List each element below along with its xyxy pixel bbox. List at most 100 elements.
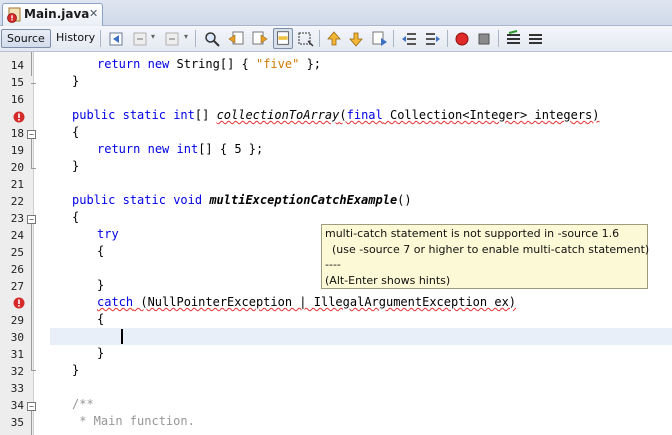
- find-icon[interactable]: [203, 30, 221, 48]
- error-icon[interactable]: [13, 297, 25, 309]
- forward-icon[interactable]: [163, 30, 181, 48]
- next-bookmark-icon[interactable]: [347, 30, 365, 48]
- line-number: 24: [10, 229, 24, 242]
- toolbar-separator: [393, 30, 394, 47]
- source-button[interactable]: Source: [1, 29, 51, 48]
- current-line-highlight: [50, 328, 672, 345]
- line-number: 30: [10, 331, 24, 344]
- code-line-32: }: [97, 346, 105, 360]
- comment-icon[interactable]: [505, 30, 523, 48]
- error-tooltip: multi-catch statement is not supported i…: [321, 224, 650, 289]
- line-number: 31: [10, 348, 24, 361]
- keyword: new: [147, 57, 170, 71]
- keyword: static: [122, 193, 166, 207]
- code-line-35: * Main function.: [72, 414, 195, 428]
- code-line-23: public static void multiExceptionCatchEx…: [72, 193, 412, 207]
- tooltip-hint: (Alt-Enter shows hints): [325, 273, 451, 287]
- tab-title: Main.java: [24, 7, 90, 21]
- forward-dropdown-icon[interactable]: ▾: [184, 32, 188, 41]
- find-previous-icon[interactable]: [227, 30, 245, 48]
- last-edit-icon[interactable]: [107, 30, 125, 48]
- line-number: 21: [10, 178, 24, 191]
- method-name: multiExceptionCatchExample: [209, 193, 398, 207]
- keyword: void: [173, 193, 203, 207]
- keyword: public: [72, 193, 116, 207]
- code-line-18: public static int[] collectionToArray(fi…: [72, 108, 600, 122]
- line-number: 15: [10, 76, 24, 89]
- back-icon[interactable]: [131, 30, 149, 48]
- tooltip-message: multi-catch statement is not supported i…: [325, 227, 620, 240]
- code-text: Collection<Integer> integers): [382, 108, 600, 122]
- code-text: String[] {: [169, 57, 256, 71]
- line-number: 33: [10, 382, 24, 395]
- code-text: (: [339, 108, 347, 122]
- uncomment-icon[interactable]: [527, 30, 545, 48]
- code-line-24: {: [72, 210, 80, 224]
- keyword: final: [346, 108, 383, 122]
- find-next-icon[interactable]: [251, 30, 269, 48]
- code-line-20: return new int[] { 5 };: [97, 142, 263, 156]
- code-line-30: {: [97, 312, 105, 326]
- line-number-gutter: 14 15 16 18 19 20 21 22 23 24 25 26 27 2…: [0, 52, 36, 435]
- line-number: 16: [10, 93, 24, 106]
- code-line-33: }: [72, 363, 80, 377]
- line-number: 14: [10, 59, 24, 72]
- line-number: 22: [10, 195, 24, 208]
- line-number: 32: [10, 365, 24, 378]
- tab-main-java[interactable]: Main.java ✕: [2, 3, 103, 26]
- tab-close-icon[interactable]: ✕: [89, 7, 98, 20]
- code-text: []: [194, 108, 217, 122]
- keyword: int: [173, 108, 195, 122]
- tooltip-separator: ----: [325, 258, 341, 271]
- stop-macro-recording-icon[interactable]: [475, 30, 493, 48]
- editor-tab-bar: Main.java ✕: [0, 0, 672, 26]
- keyword: catch: [97, 295, 134, 309]
- keyword: return: [97, 57, 141, 71]
- code-line-15: }: [72, 74, 80, 88]
- code-line-19: {: [72, 125, 80, 139]
- code-line-25: try: [97, 227, 119, 241]
- fold-guide: [31, 224, 32, 370]
- shift-right-icon[interactable]: [424, 30, 442, 48]
- toolbar-separator: [319, 30, 320, 47]
- error-icon[interactable]: [13, 111, 25, 123]
- line-number: 27: [10, 280, 24, 293]
- toggle-bookmark-icon[interactable]: [371, 30, 389, 48]
- keyword: static: [122, 108, 166, 122]
- string-literal: "five": [255, 57, 300, 71]
- back-dropdown-icon[interactable]: ▾: [151, 32, 155, 41]
- editor-toolbar: Source History ▾ ▾: [0, 26, 672, 52]
- line-number: 34: [10, 399, 24, 412]
- keyword: new: [147, 142, 170, 156]
- code-line-21: }: [72, 159, 80, 173]
- fold-guide: [31, 139, 32, 168]
- code-line-14: return new String[] { "five" };: [97, 57, 321, 71]
- line-number: 29: [10, 314, 24, 327]
- toolbar-separator: [498, 30, 499, 47]
- keyword: public: [72, 108, 116, 122]
- rectangular-selection-icon[interactable]: [297, 30, 315, 48]
- line-number: 20: [10, 161, 24, 174]
- fold-guide: [31, 52, 32, 76]
- code-text: (NullPointerException | IllegalArgumentE…: [133, 295, 517, 309]
- line-number: 25: [10, 246, 24, 259]
- code-line-26: {: [97, 244, 105, 258]
- history-button[interactable]: History: [51, 29, 100, 48]
- code-line-29: catch (NullPointerException | IllegalArg…: [97, 295, 516, 309]
- shift-left-icon[interactable]: [400, 30, 418, 48]
- toolbar-separator: [447, 30, 448, 47]
- line-number: 23: [10, 212, 24, 225]
- toggle-highlight-icon[interactable]: [273, 28, 293, 49]
- keyword: return: [97, 142, 141, 156]
- tooltip-suggestion: (use -source 7 or higher to enable multi…: [325, 242, 650, 256]
- text-caret: [121, 329, 123, 344]
- previous-bookmark-icon[interactable]: [325, 30, 343, 48]
- start-macro-recording-icon[interactable]: [453, 30, 471, 48]
- line-number: 19: [10, 144, 24, 157]
- keyword: int: [176, 142, 199, 156]
